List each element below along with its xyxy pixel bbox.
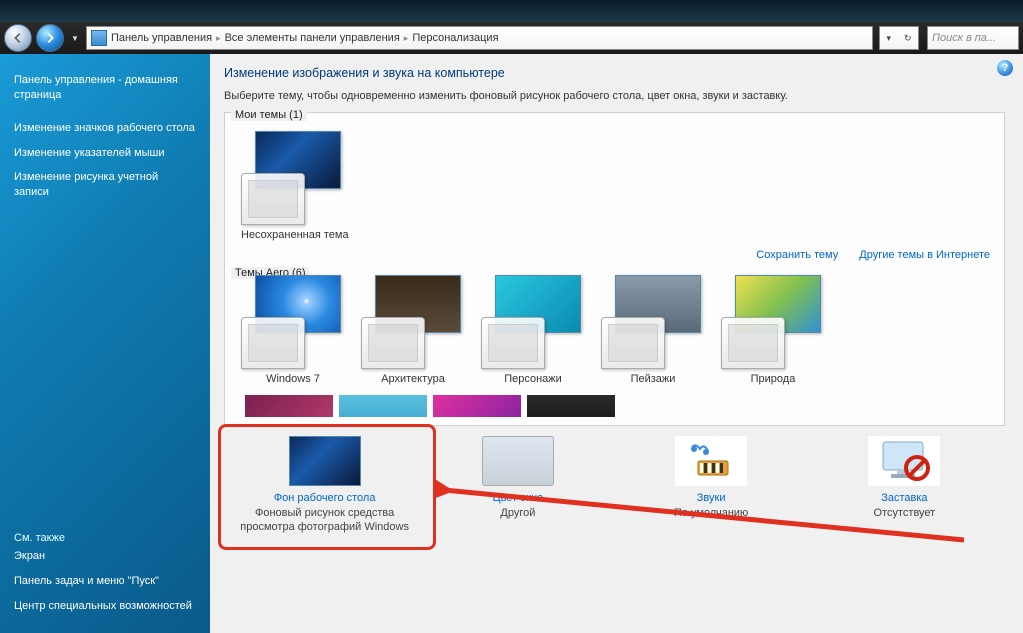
page-description: Выберите тему, чтобы одновременно измени… [224,90,1005,102]
control-panel-icon [91,30,107,46]
sounds-option[interactable]: Звуки По умолчанию [616,436,806,535]
theme-item-nat[interactable]: Природа [721,275,825,385]
sidebar-see-also-display[interactable]: Экран [14,544,196,569]
theme-label: Природа [721,373,825,385]
more-themes-online-link[interactable]: Другие темы в Интернете [859,249,990,261]
screensaver-value: Отсутствует [809,506,999,520]
breadcrumb-separator: ▸ [404,33,409,44]
sidebar-see-also-taskbar[interactable]: Панель задач и меню "Пуск" [14,569,196,594]
explorer-toolbar: ▼ Панель управления ▸ Все элементы панел… [0,22,1023,54]
sidebar-home-link[interactable]: Панель управления - домашняя страница [14,68,196,108]
screensaver-option[interactable]: Заставка Отсутствует [809,436,999,535]
nav-history-dropdown[interactable]: ▼ [68,27,82,49]
breadcrumb-level3[interactable]: Персонализация [412,32,498,44]
window-color-value: Другой [423,506,613,520]
sidebar-see-also-header: См. также [14,524,196,544]
theme-window-frame-thumb [241,317,305,369]
nav-back-button[interactable] [4,24,32,52]
theme-label: Персонажи [481,373,585,385]
sounds-link[interactable]: Звуки [616,492,806,504]
theme-window-frame-thumb [601,317,665,369]
desktop-background-link[interactable]: Фон рабочего стола [230,492,420,504]
theme-label: Архитектура [361,373,465,385]
theme-item-arch[interactable]: Архитектура [361,275,465,385]
breadcrumb-separator: ▸ [216,33,221,44]
sidebar-link-mouse-pointers[interactable]: Изменение указателей мыши [14,141,196,166]
window-color-link[interactable]: Цвет окна [423,492,613,504]
screensaver-thumb-icon [868,436,940,486]
desktop-background-option[interactable]: Фон рабочего стола Фоновый рисунок средс… [230,436,420,535]
page-title: Изменение изображения и звука на компьют… [224,66,1005,80]
theme-window-frame-thumb [481,317,545,369]
address-bar[interactable]: Панель управления ▸ Все элементы панели … [86,26,873,50]
theme-label: Пейзажи [601,373,705,385]
wallpaper-thumb-icon [289,436,361,486]
search-placeholder: Поиск в па... [932,32,996,44]
window-color-thumb-icon [482,436,554,486]
nav-forward-button[interactable] [36,24,64,52]
help-icon[interactable]: ? [997,60,1013,76]
sounds-thumb-icon [675,436,747,486]
breadcrumb-level1[interactable]: Панель управления [111,32,212,44]
sidebar-link-account-picture[interactable]: Изменение рисунка учетной записи [14,165,196,205]
my-themes-header: Мои темы (1) [231,109,307,121]
theme-item-w7[interactable]: Windows 7 [241,275,345,385]
theme-label: Несохраненная тема [241,229,349,241]
screensaver-link[interactable]: Заставка [809,492,999,504]
themes-panel: Мои темы (1) Несохраненная тема Сохранит… [224,112,1005,426]
breadcrumb-level2[interactable]: Все элементы панели управления [225,32,400,44]
window-color-option[interactable]: Цвет окна Другой [423,436,613,535]
desktop-background-strip [0,0,1023,22]
search-input[interactable]: Поиск в па... [927,26,1019,50]
aero-themes-row2-cutoff [233,395,996,417]
theme-window-frame-thumb [361,317,425,369]
theme-item-unsaved[interactable]: Несохраненная тема [241,131,349,241]
content-pane: ? Изменение изображения и звука на компь… [210,54,1023,633]
theme-item-char[interactable]: Персонажи [481,275,585,385]
address-bar-buttons[interactable]: ▾ ↻ [879,26,919,50]
theme-window-frame-thumb [241,173,305,225]
save-theme-link[interactable]: Сохранить тему [756,249,838,261]
sounds-value: По умолчанию [616,506,806,520]
sidebar-link-desktop-icons[interactable]: Изменение значков рабочего стола [14,116,196,141]
personalization-options-row: Фон рабочего стола Фоновый рисунок средс… [224,430,1005,543]
chevron-down-icon[interactable]: ▾ [886,33,891,44]
desktop-background-value: Фоновый рисунок средства просмотра фотог… [230,506,420,535]
refresh-icon[interactable]: ↻ [904,33,912,44]
theme-item-land[interactable]: Пейзажи [601,275,705,385]
theme-window-frame-thumb [721,317,785,369]
sidebar: Панель управления - домашняя страница Из… [0,54,210,633]
theme-label: Windows 7 [241,373,345,385]
sidebar-see-also-accessibility[interactable]: Центр специальных возможностей [14,594,196,619]
